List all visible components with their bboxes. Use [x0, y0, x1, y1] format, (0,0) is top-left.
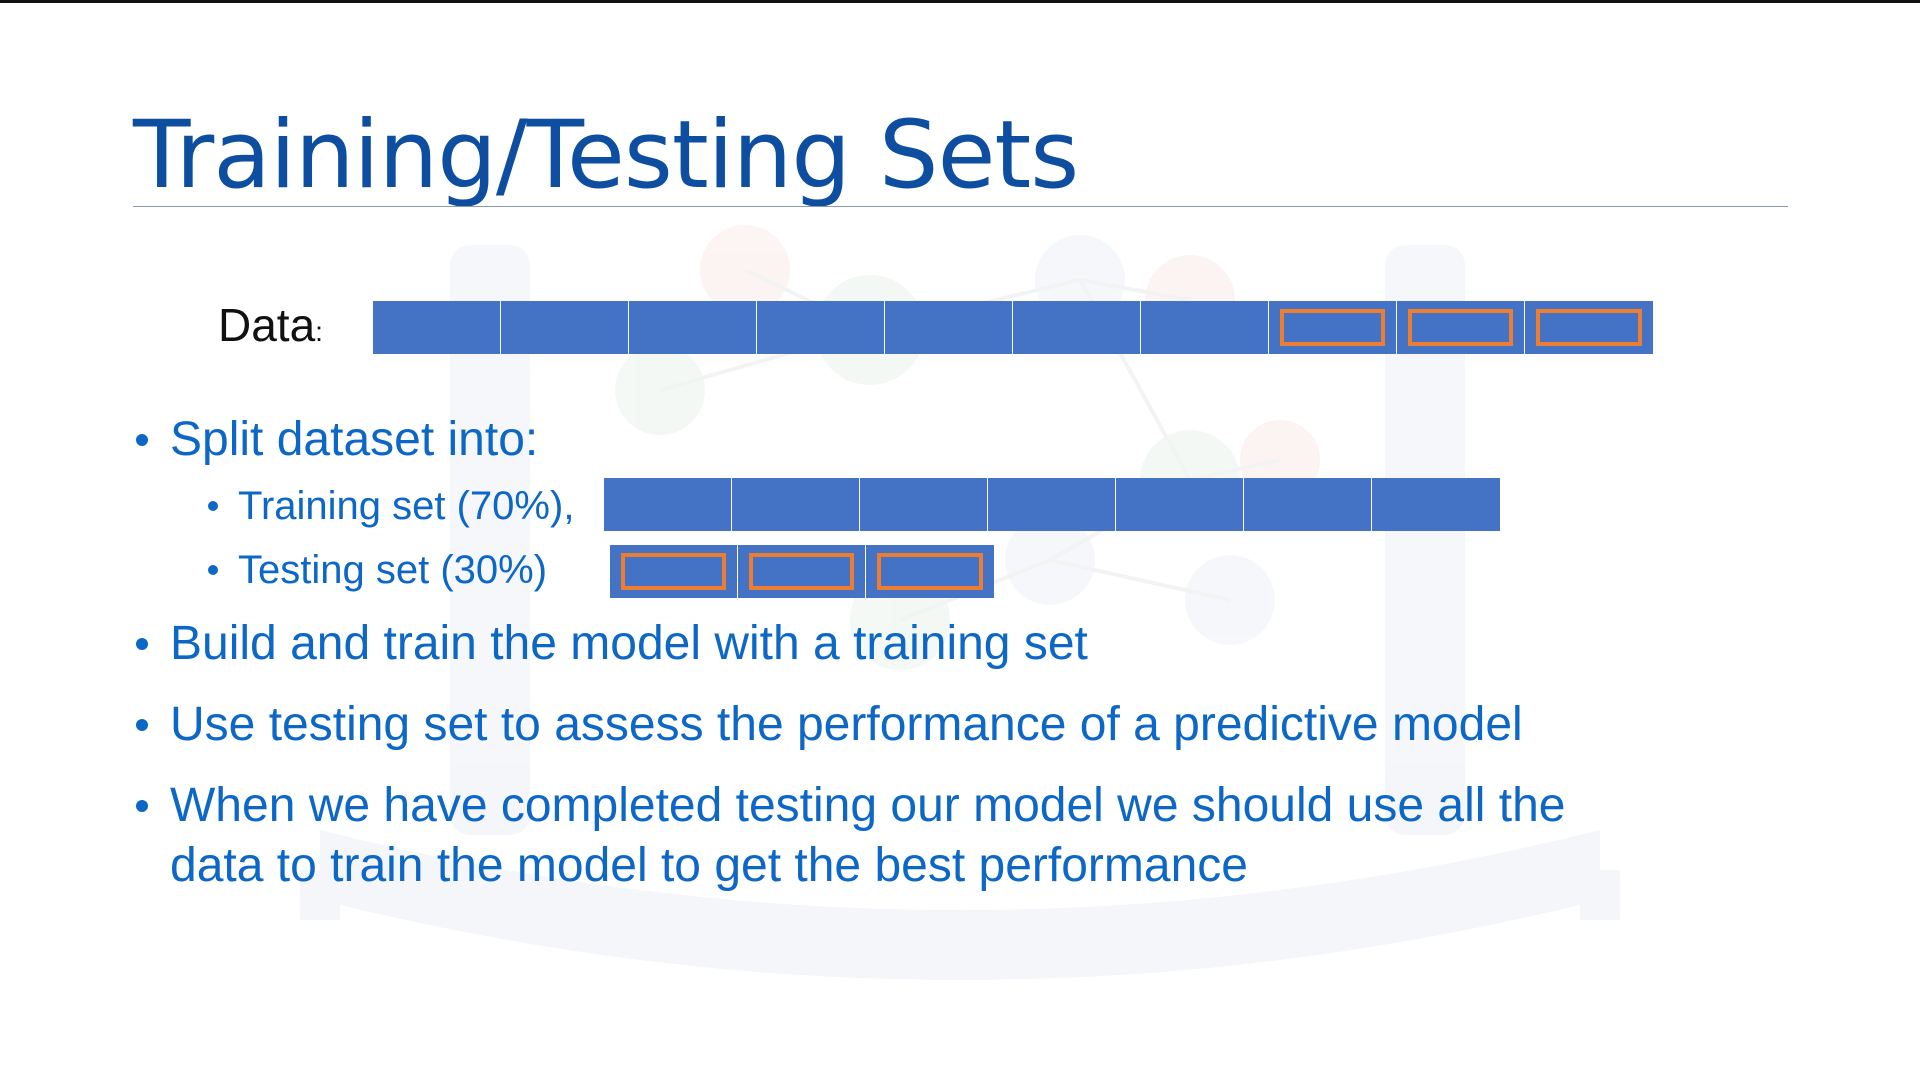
bullet-icon [136, 719, 148, 731]
training-block [1372, 478, 1500, 531]
testing-set-bar [610, 545, 994, 598]
bullet-icon [136, 638, 148, 650]
training-block [988, 478, 1116, 531]
data-label: Data: [218, 298, 323, 359]
training-block [1116, 478, 1244, 531]
bullet-text: Testing set (30%) [238, 548, 548, 592]
training-set-bar [604, 478, 1500, 531]
training-block [604, 478, 732, 531]
training-block [860, 478, 988, 531]
bullet-retrain-all-data: When we have completed testing our model… [136, 776, 1565, 896]
bullet-icon [208, 501, 218, 511]
top-border [0, 0, 1920, 3]
bullet-split-dataset: Split dataset into: [136, 410, 538, 470]
bullet-icon [208, 565, 218, 575]
bullet-build-train: Build and train the model with a trainin… [136, 614, 1088, 674]
sub-bullet-testing-set: Testing set (30%) [208, 545, 547, 595]
data-block [1013, 301, 1141, 354]
data-label-text: Data [218, 299, 316, 351]
bullet-text: Training set (70%), [238, 484, 575, 528]
bullet-text: Build and train the model with a trainin… [170, 617, 1088, 670]
training-block [1244, 478, 1372, 531]
slide-title: Training/Testing Sets [133, 101, 1079, 210]
bullet-icon [136, 800, 148, 812]
bullet-text-line: data to train the model to get the best … [170, 839, 1248, 892]
training-block [732, 478, 860, 531]
data-block [1141, 301, 1269, 354]
data-block [885, 301, 1013, 354]
bullet-text-block: When we have completed testing our model… [170, 776, 1565, 896]
data-block [757, 301, 885, 354]
full-dataset-bar [373, 301, 1653, 354]
bullet-text-line: When we have completed testing our model… [170, 779, 1566, 832]
testing-block [866, 545, 994, 598]
test-data-block [1397, 301, 1525, 354]
title-divider [133, 206, 1788, 207]
data-block [373, 301, 501, 354]
bullet-text: Use testing set to assess the performanc… [170, 698, 1523, 751]
data-block [501, 301, 629, 354]
data-label-colon: : [315, 316, 323, 347]
test-data-block [1525, 301, 1653, 354]
bullet-icon [136, 434, 148, 446]
bullet-use-testing-set: Use testing set to assess the performanc… [136, 695, 1523, 755]
bullet-text: Split dataset into: [170, 413, 539, 466]
data-block [629, 301, 757, 354]
testing-block [610, 545, 738, 598]
test-data-block [1269, 301, 1397, 354]
testing-block [738, 545, 866, 598]
sub-bullet-training-set: Training set (70%), [208, 481, 574, 531]
